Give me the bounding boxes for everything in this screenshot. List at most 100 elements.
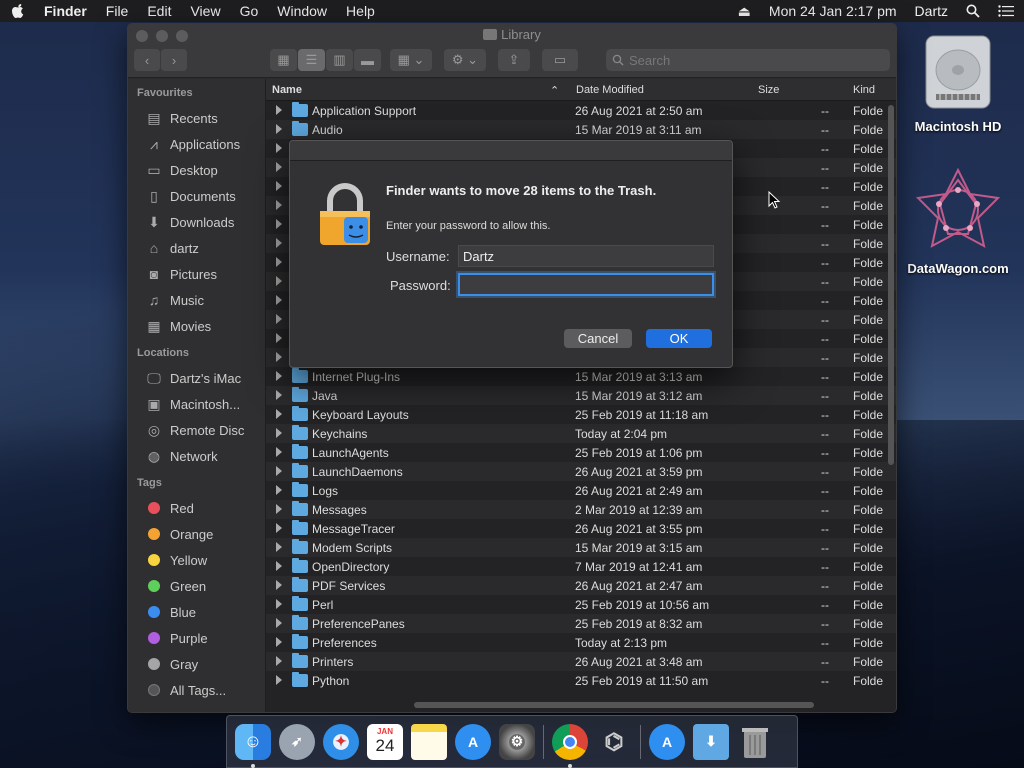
table-row[interactable]: MessageTracer 26 Aug 2021 at 3:55 pm -- Fol… xyxy=(266,519,896,538)
table-row[interactable]: OpenDirectory 7 Mar 2019 at 12:41 am -- Fol… xyxy=(266,557,896,576)
sidebar-tag-green[interactable]: Green xyxy=(128,573,265,599)
disclosure-triangle-icon[interactable] xyxy=(276,637,282,647)
downloads-folder-icon[interactable]: ⬇ xyxy=(693,723,729,760)
menu-help[interactable]: Help xyxy=(346,3,375,19)
share-button[interactable]: ⇪ xyxy=(498,49,530,71)
menu-app-name[interactable]: Finder xyxy=(44,3,87,19)
column-size[interactable]: Size xyxy=(758,84,779,96)
disclosure-triangle-icon[interactable] xyxy=(276,390,282,400)
table-row[interactable]: Audio 15 Mar 2019 at 3:11 am -- Folde xyxy=(266,120,896,139)
disclosure-triangle-icon[interactable] xyxy=(276,409,282,419)
table-row[interactable]: Python 25 Feb 2019 at 11:50 am -- Folde xyxy=(266,671,896,690)
column-kind[interactable]: Kind xyxy=(853,84,875,96)
table-row[interactable]: PDF Services 26 Aug 2021 at 2:47 am -- Fold… xyxy=(266,576,896,595)
disclosure-triangle-icon[interactable] xyxy=(276,238,282,248)
sidebar-item-movies[interactable]: ▦ Movies xyxy=(128,313,265,339)
back-button[interactable]: ‹ xyxy=(134,49,160,71)
ok-button[interactable]: OK xyxy=(646,329,712,348)
disclosure-triangle-icon[interactable] xyxy=(276,143,282,153)
table-row[interactable]: LaunchAgents 25 Feb 2019 at 1:06 pm -- Fold… xyxy=(266,443,896,462)
sidebar-tag-gray[interactable]: Gray xyxy=(128,651,265,677)
sidebar-tag-all[interactable]: All Tags... xyxy=(128,677,265,703)
sidebar-tag-red[interactable]: Red xyxy=(128,495,265,521)
table-row[interactable]: Printers 26 Aug 2021 at 3:48 am -- Folde xyxy=(266,652,896,671)
forward-button[interactable]: › xyxy=(161,49,187,71)
table-row[interactable]: Preferences Today at 2:13 pm -- Folde xyxy=(266,633,896,652)
trash-icon[interactable] xyxy=(737,724,773,760)
column-name[interactable]: Name xyxy=(272,84,302,96)
utility-icon[interactable]: ⌬ xyxy=(596,724,632,760)
chrome-icon[interactable] xyxy=(552,723,588,768)
disclosure-triangle-icon[interactable] xyxy=(276,523,282,533)
table-row[interactable]: Java 15 Mar 2019 at 3:12 am -- Folde xyxy=(266,386,896,405)
group-button[interactable]: ▦ ⌄ xyxy=(390,49,432,71)
disclosure-triangle-icon[interactable] xyxy=(276,219,282,229)
system-preferences-icon[interactable]: ⚙ xyxy=(499,723,535,760)
sidebar-item-applications[interactable]: ⩘ Applications xyxy=(128,131,265,157)
disclosure-triangle-icon[interactable] xyxy=(276,656,282,666)
disclosure-triangle-icon[interactable] xyxy=(276,295,282,305)
disclosure-triangle-icon[interactable] xyxy=(276,561,282,571)
disclosure-triangle-icon[interactable] xyxy=(276,485,282,495)
menu-clock[interactable]: Mon 24 Jan 2:17 pm xyxy=(769,3,897,19)
sidebar-item-downloads[interactable]: ⬇ Downloads xyxy=(128,209,265,235)
view-icons-button[interactable]: ▦ xyxy=(270,49,297,71)
disclosure-triangle-icon[interactable] xyxy=(276,181,282,191)
desktop-icon-datawagon[interactable]: DataWagon.com xyxy=(903,167,1013,276)
table-row[interactable]: Internet Plug-Ins 15 Mar 2019 at 3:13 am -… xyxy=(266,367,896,386)
notes-icon[interactable] xyxy=(411,723,447,760)
disclosure-triangle-icon[interactable] xyxy=(276,200,282,210)
app-store-icon[interactable]: A xyxy=(455,723,491,760)
disclosure-triangle-icon[interactable] xyxy=(276,675,282,685)
desktop-icon-macintosh-hd[interactable]: Macintosh HD xyxy=(903,32,1013,134)
sidebar-item-network[interactable]: ◍ Network xyxy=(128,443,265,469)
menu-user[interactable]: Dartz xyxy=(915,3,948,19)
menu-edit[interactable]: Edit xyxy=(147,3,171,19)
safari-icon[interactable]: ✦ xyxy=(323,723,359,760)
sidebar-item-imac[interactable]: 🖵 Dartz's iMac xyxy=(128,365,265,391)
table-row[interactable]: Perl 25 Feb 2019 at 10:56 am -- Folde xyxy=(266,595,896,614)
sidebar-tag-blue[interactable]: Blue xyxy=(128,599,265,625)
sidebar-item-documents[interactable]: ▯ Documents xyxy=(128,183,265,209)
sidebar-item-home[interactable]: ⌂ dartz xyxy=(128,235,265,261)
disclosure-triangle-icon[interactable] xyxy=(276,371,282,381)
eject-icon[interactable]: ⏏ xyxy=(738,3,751,20)
disclosure-triangle-icon[interactable] xyxy=(276,580,282,590)
search-field[interactable]: Search xyxy=(606,49,890,71)
disclosure-triangle-icon[interactable] xyxy=(276,618,282,628)
disclosure-triangle-icon[interactable] xyxy=(276,257,282,267)
table-row[interactable]: Application Support 26 Aug 2021 at 2:50 a… xyxy=(266,101,896,120)
sort-chevron-icon[interactable]: ⌃ xyxy=(550,84,559,97)
menu-window[interactable]: Window xyxy=(277,3,327,19)
disclosure-triangle-icon[interactable] xyxy=(276,333,282,343)
disclosure-triangle-icon[interactable] xyxy=(276,466,282,476)
password-field[interactable] xyxy=(458,273,714,296)
spotlight-search-icon[interactable] xyxy=(966,4,980,18)
table-row[interactable]: Logs 26 Aug 2021 at 2:49 am -- Folde xyxy=(266,481,896,500)
cancel-button[interactable]: Cancel xyxy=(564,329,632,348)
disclosure-triangle-icon[interactable] xyxy=(276,447,282,457)
disclosure-triangle-icon[interactable] xyxy=(276,504,282,514)
disclosure-triangle-icon[interactable] xyxy=(276,124,282,134)
view-columns-button[interactable]: ▥ xyxy=(326,49,353,71)
finder-icon[interactable]: ☺ xyxy=(235,723,271,768)
table-row[interactable]: Keychains Today at 2:04 pm -- Folde xyxy=(266,424,896,443)
table-row[interactable]: Messages 2 Mar 2019 at 12:39 am -- Folde xyxy=(266,500,896,519)
menu-view[interactable]: View xyxy=(190,3,220,19)
username-field[interactable] xyxy=(458,245,714,267)
sidebar-item-macintosh-hd[interactable]: ▣ Macintosh... xyxy=(128,391,265,417)
disclosure-triangle-icon[interactable] xyxy=(276,352,282,362)
notification-center-icon[interactable] xyxy=(998,5,1014,17)
sidebar-item-pictures[interactable]: ◙ Pictures xyxy=(128,261,265,287)
vertical-scrollbar[interactable] xyxy=(888,105,894,465)
table-row[interactable]: Modem Scripts 15 Mar 2019 at 3:15 am -- Fol… xyxy=(266,538,896,557)
view-gallery-button[interactable]: ▬ xyxy=(354,49,381,71)
sidebar-tag-purple[interactable]: Purple xyxy=(128,625,265,651)
disclosure-triangle-icon[interactable] xyxy=(276,105,282,115)
sidebar-tag-orange[interactable]: Orange xyxy=(128,521,265,547)
menu-file[interactable]: File xyxy=(106,3,129,19)
table-row[interactable]: Keyboard Layouts 25 Feb 2019 at 11:18 am -… xyxy=(266,405,896,424)
sidebar-tag-yellow[interactable]: Yellow xyxy=(128,547,265,573)
column-date-modified[interactable]: Date Modified xyxy=(576,84,644,96)
disclosure-triangle-icon[interactable] xyxy=(276,599,282,609)
